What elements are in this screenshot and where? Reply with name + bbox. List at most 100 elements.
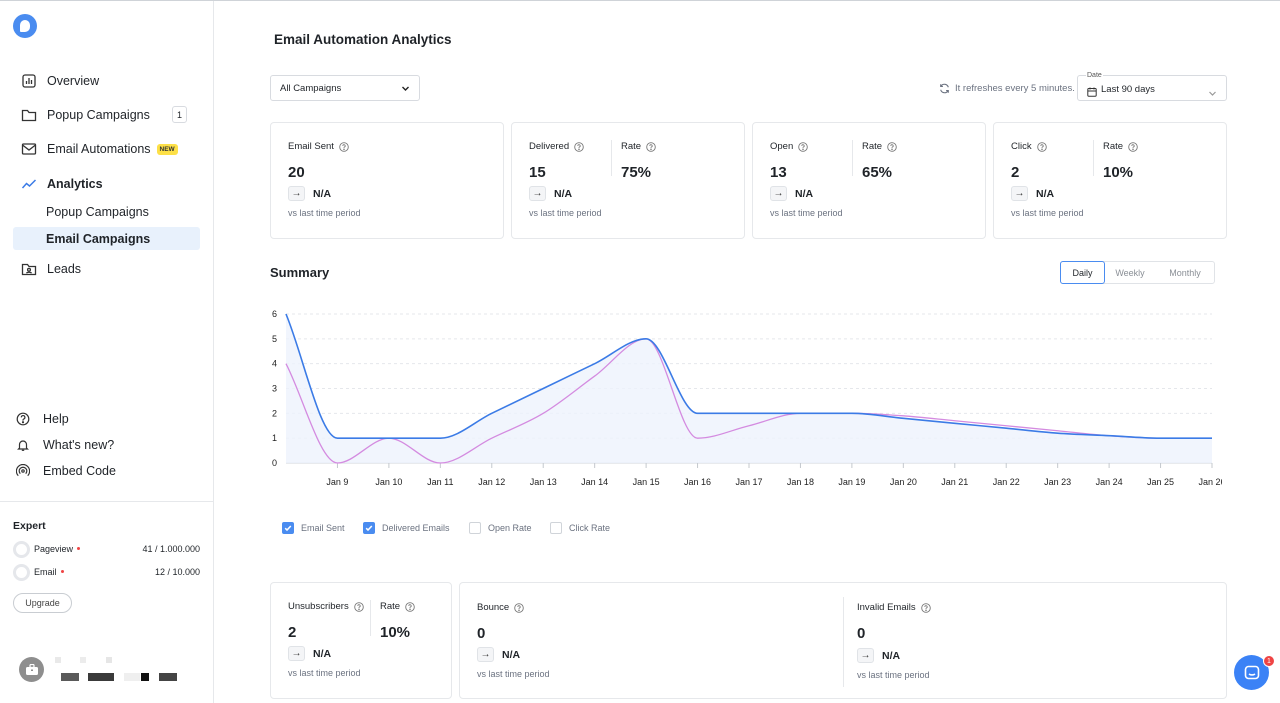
metric-unsubscribers-rate: Rate 10% <box>380 601 415 641</box>
help-icon[interactable] <box>798 141 809 152</box>
metric-value: 15 <box>529 164 546 181</box>
tab-daily[interactable]: Daily <box>1060 261 1105 284</box>
sub-email-campaigns-label: Email Campaigns <box>46 231 151 246</box>
legend-label: Email Sent <box>301 523 345 533</box>
util-embed-code[interactable]: Embed Code <box>13 461 116 481</box>
upgrade-button[interactable]: Upgrade <box>13 593 72 613</box>
redacted-account-name <box>80 657 86 663</box>
trend-indicator: → N/A <box>477 647 520 662</box>
usage-pageview: Pageview 41 / 1.000.000 <box>13 540 200 558</box>
y-tick-label: 3 <box>272 384 277 394</box>
nav-leads[interactable]: Leads <box>13 257 200 281</box>
sidebar: Overview Popup Campaigns 1 Email Automat… <box>0 1 214 703</box>
legend-label: Delivered Emails <box>382 523 450 533</box>
metric-value: 2 <box>1011 164 1020 181</box>
summary-line-chart: 0 1 2 3 4 5 6 Jan 9 Jan 10 Jan 11 Jan 12 Jan 13 Jan … <box>272 309 1222 487</box>
refresh-icon <box>940 83 949 93</box>
redacted-account-name <box>55 657 61 663</box>
vs-label: vs last time period <box>770 208 843 218</box>
help-icon[interactable] <box>920 602 931 613</box>
legend-click-rate[interactable]: Click Rate <box>550 521 610 535</box>
metric-value: 2 <box>288 624 297 641</box>
x-tick-label: Jan 17 <box>735 477 762 487</box>
usage-ring-icon <box>13 540 30 558</box>
metric-divider <box>611 140 612 176</box>
date-range-picker[interactable]: Date Last 90 days <box>1077 72 1227 101</box>
tab-monthly[interactable]: Monthly <box>1156 262 1214 283</box>
metric-divider <box>852 140 853 176</box>
legend-open-rate[interactable]: Open Rate <box>469 521 532 535</box>
nav-email-automations[interactable]: Email Automations NEW <box>13 137 200 161</box>
help-icon[interactable] <box>1036 141 1047 152</box>
help-icon[interactable] <box>405 601 415 612</box>
trend-value: N/A <box>313 647 332 660</box>
sub-email-campaigns[interactable]: Email Campaigns <box>13 227 200 250</box>
metric-divider <box>843 597 844 687</box>
help-icon[interactable] <box>1128 141 1138 152</box>
arrow-right-icon: → <box>1011 186 1028 201</box>
metric-value: 20 <box>288 164 305 181</box>
help-icon[interactable] <box>339 141 349 152</box>
metric-click: Click 2 <box>1011 141 1047 181</box>
legend-email-sent[interactable]: Email Sent <box>282 521 345 535</box>
util-whats-new[interactable]: What's new? <box>13 435 114 455</box>
brand-logo[interactable] <box>13 14 37 38</box>
x-tick-label: Jan 12 <box>478 477 505 487</box>
redacted-account-name <box>88 673 114 681</box>
chevron-down-icon <box>401 84 410 96</box>
x-tick-label: Jan 15 <box>633 477 660 487</box>
trend-value: N/A <box>554 187 573 200</box>
x-tick-label: Jan 24 <box>1096 477 1123 487</box>
x-tick-label: Jan 13 <box>530 477 557 487</box>
date-picker-value: Last 90 days <box>1101 84 1155 95</box>
metric-divider <box>1093 140 1094 176</box>
tab-weekly[interactable]: Weekly <box>1104 262 1156 283</box>
date-picker-label: Date <box>1086 72 1103 79</box>
metric-card-email-sent: Email Sent 20 → N/A vs last time period <box>270 122 504 239</box>
legend-delivered-emails[interactable]: Delivered Emails <box>363 521 450 535</box>
y-tick-label: 1 <box>272 433 277 443</box>
arrow-right-icon: → <box>770 186 787 201</box>
trend-value: N/A <box>882 649 901 662</box>
help-icon[interactable] <box>646 141 656 152</box>
metric-card-delivered: Delivered 15 Rate 75% → N/A vs last time … <box>511 122 745 239</box>
contact-folder-icon <box>21 261 37 277</box>
rate-label: Rate <box>380 601 401 612</box>
vs-label: vs last time period <box>857 670 930 680</box>
account-briefcase-icon[interactable] <box>19 657 44 682</box>
redacted-account-name <box>159 673 177 681</box>
metric-open-rate: Rate 65% <box>862 141 897 181</box>
usage-email-label: Email <box>34 567 57 577</box>
nav-popup-campaigns[interactable]: Popup Campaigns 1 <box>13 103 200 127</box>
app-window: Overview Popup Campaigns 1 Email Automat… <box>0 0 1280 703</box>
usage-email: Email 12 / 10.000 <box>13 563 200 581</box>
help-icon[interactable] <box>574 141 584 152</box>
checkbox-checked-icon <box>363 522 375 534</box>
metric-unsubscribers: Unsubscribers 2 <box>288 601 364 641</box>
rate-value: 75% <box>621 164 652 181</box>
help-circle-icon <box>16 412 30 426</box>
sub-popup-campaigns-label: Popup Campaigns <box>46 204 149 219</box>
trend-indicator: → N/A <box>288 646 331 661</box>
trend-value: N/A <box>502 648 521 661</box>
nav-analytics-label: Analytics <box>47 177 103 191</box>
sub-popup-campaigns[interactable]: Popup Campaigns <box>13 200 200 223</box>
nav-overview[interactable]: Overview <box>13 69 200 93</box>
redacted-account-name <box>61 673 79 681</box>
rate-value: 10% <box>1103 164 1134 181</box>
nav-analytics[interactable]: Analytics <box>13 172 200 196</box>
help-icon[interactable] <box>514 602 524 613</box>
util-help[interactable]: Help <box>13 409 69 429</box>
arrow-right-icon: → <box>477 647 494 662</box>
help-icon[interactable] <box>887 141 897 152</box>
broadcast-icon <box>16 464 30 478</box>
folder-icon <box>21 107 37 123</box>
campaign-select[interactable]: All Campaigns <box>270 75 420 101</box>
help-icon[interactable] <box>353 601 364 612</box>
usage-ring-icon <box>13 563 30 581</box>
vs-label: vs last time period <box>288 208 361 218</box>
trend-indicator: → N/A <box>857 648 900 663</box>
redacted-account-name <box>106 657 112 663</box>
vs-label: vs last time period <box>477 669 550 679</box>
nav-overview-label: Overview <box>47 74 100 88</box>
